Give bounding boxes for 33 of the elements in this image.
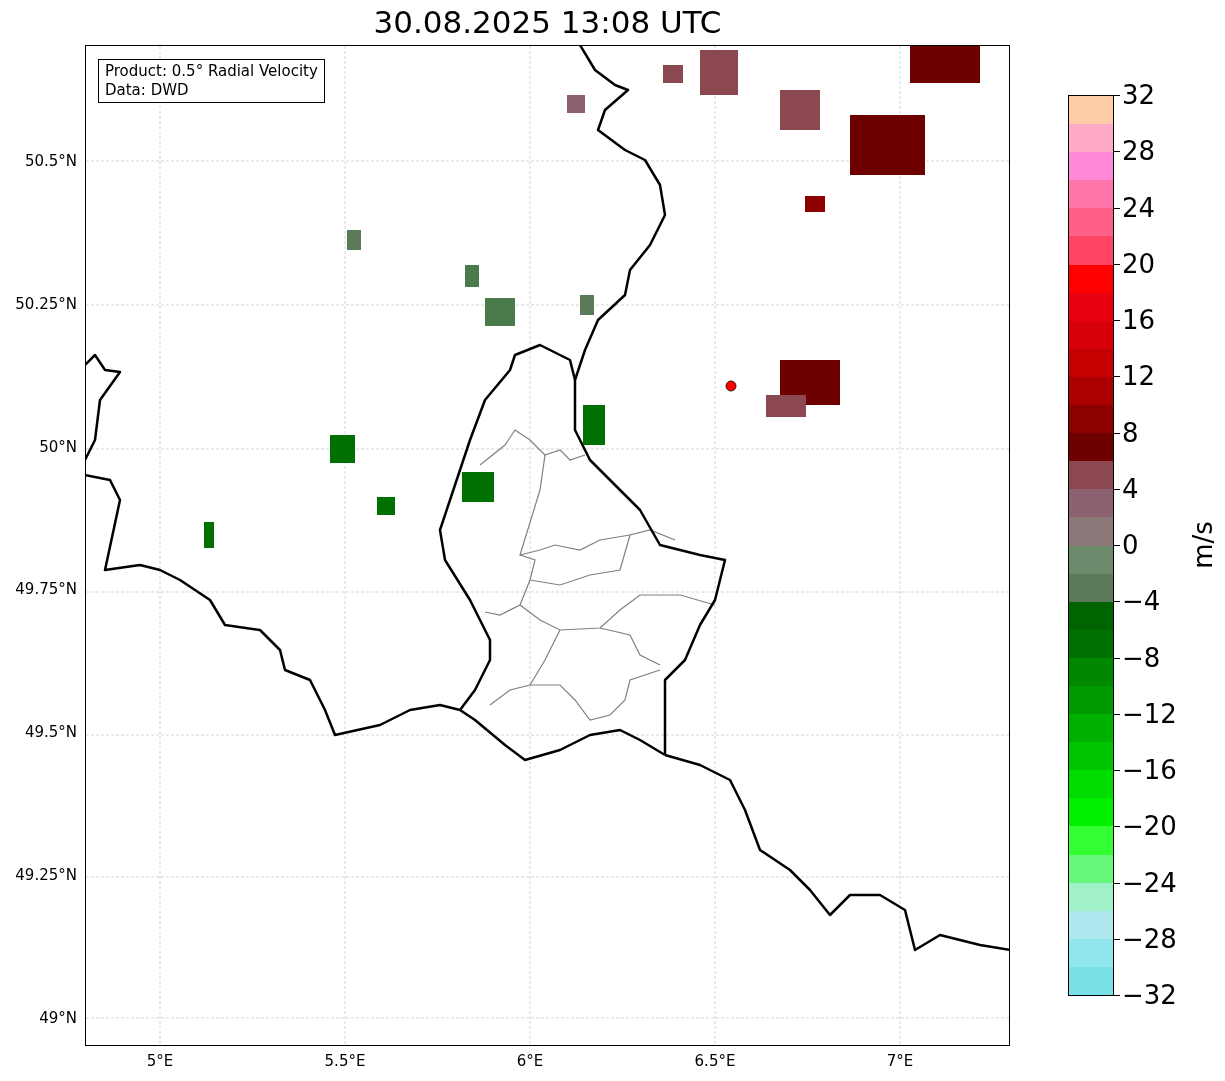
longitude-label: 6.5°E [693, 1052, 737, 1070]
colorbar-tick-label: 12 [1122, 362, 1156, 391]
colorbar-tick-label: −32 [1122, 981, 1177, 1009]
latitude-label: 49.75°N [15, 580, 77, 599]
longitude-label: 7°E [885, 1052, 915, 1070]
legend-text: Product: 0.5° Radial Velocity [105, 62, 318, 81]
colorbar-label: m/s [1190, 521, 1216, 569]
colorbar-tick-label: 24 [1122, 193, 1156, 222]
colorbar-tick-label: −16 [1122, 756, 1177, 784]
latitude-label: 49.5°N [24, 723, 77, 742]
latitude-label: 49°N [39, 1008, 77, 1027]
longitude-label: 5.5°E [323, 1052, 367, 1070]
colorbar-tick-label: 8 [1122, 418, 1139, 447]
legend-text: Data: DWD [105, 81, 190, 100]
longitude-label: 6°E [515, 1052, 545, 1070]
colorbar-tick-label: 28 [1122, 137, 1156, 166]
latitude-label: 50.5°N [24, 152, 77, 170]
colorbar-tick-label: 32 [1122, 81, 1156, 109]
colorbar-tick-label: 20 [1122, 249, 1156, 278]
colorbar-tick-label: −28 [1122, 924, 1177, 953]
latitude-label: 50.25°N [15, 294, 77, 313]
colorbar-tick-label: 16 [1122, 306, 1156, 334]
colorbar-tick-label: −8 [1122, 643, 1161, 672]
colorbar-tick-label: 0 [1122, 531, 1139, 559]
longitude-label: 5°E [145, 1052, 175, 1070]
colorbar-tick-label: −20 [1122, 812, 1177, 841]
latitude-label: 50°N [39, 437, 77, 456]
chart-title: 30.08.2025 13:08 UTC [373, 7, 722, 38]
latitude-label: 49.25°N [15, 866, 77, 884]
colorbar-tick-label: −24 [1122, 868, 1177, 897]
colorbar-tick-label: −12 [1122, 699, 1177, 728]
colorbar-tick-label: 4 [1122, 474, 1139, 503]
colorbar-tick-label: −4 [1122, 587, 1161, 616]
